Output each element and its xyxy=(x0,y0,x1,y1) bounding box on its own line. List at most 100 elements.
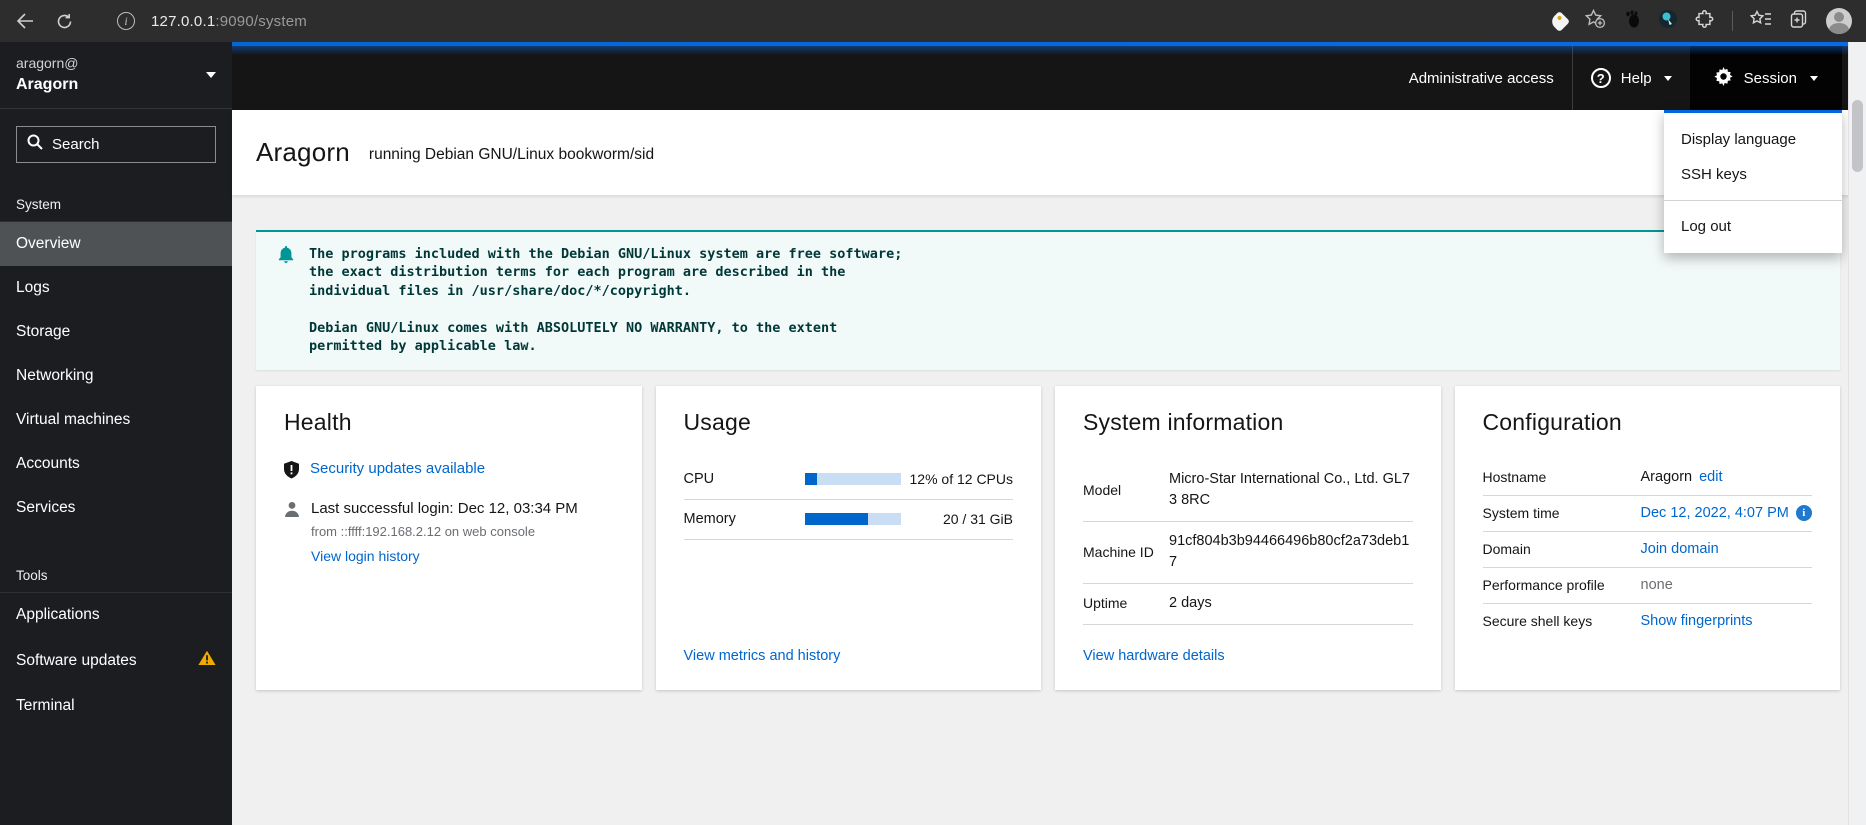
security-updates-link[interactable]: Security updates available xyxy=(310,460,485,484)
system-time-link[interactable]: Dec 12, 2022, 4:07 PM xyxy=(1641,505,1789,521)
gnome-extension-icon[interactable] xyxy=(1623,9,1641,33)
search-icon xyxy=(27,134,43,155)
configuration-card: Configuration Hostname Aragorn edit Syste… xyxy=(1454,385,1840,690)
domain-row: Domain Join domain xyxy=(1482,532,1812,568)
browser-toolbar: i 127.0.0.1:9090/system xyxy=(0,0,1866,42)
usage-card-title: Usage xyxy=(683,408,751,435)
hostname-value: Aragorn xyxy=(1640,468,1693,485)
health-card-title: Health xyxy=(284,408,352,435)
chevron-down-icon xyxy=(1663,75,1672,81)
view-login-history-link[interactable]: View login history xyxy=(311,548,420,564)
performance-profile-value: none xyxy=(1640,576,1673,593)
motd-alert: The programs included with the Debian GN… xyxy=(256,230,1840,370)
performance-profile-row: Performance profile none xyxy=(1482,568,1812,604)
menu-item-log-out[interactable]: Log out xyxy=(1664,209,1842,244)
usage-card: Usage CPU 12% of 12 CPUs Memory 20 / 31 … xyxy=(655,385,1041,690)
menu-item-ssh-keys[interactable]: SSH keys xyxy=(1664,157,1842,192)
back-icon[interactable] xyxy=(16,13,34,29)
sidebar-nav: System Overview Logs Storage Networking … xyxy=(0,177,232,728)
memory-value: 20 / 31 GiB xyxy=(942,511,1013,528)
page-subtitle: running Debian GNU/Linux bookworm/sid xyxy=(368,146,655,163)
system-information-title: System information xyxy=(1083,408,1284,435)
page-scrollbar[interactable] xyxy=(1848,42,1866,825)
memory-label: Memory xyxy=(683,511,736,528)
search-input[interactable] xyxy=(52,136,205,154)
memory-progress-bar xyxy=(805,513,901,526)
sidebar-item-accounts[interactable]: Accounts xyxy=(0,442,232,486)
chevron-down-icon xyxy=(206,71,216,78)
hostname-row: Hostname Aragorn edit xyxy=(1482,460,1812,496)
address-bar[interactable]: 127.0.0.1:9090/system xyxy=(151,13,307,30)
session-dropdown-menu: Display language SSH keys Log out xyxy=(1664,110,1842,253)
browser-extension-icon[interactable] xyxy=(1658,9,1678,34)
page-header: Aragorn running Debian GNU/Linux bookwor… xyxy=(232,110,1866,195)
overview-content: The programs included with the Debian GN… xyxy=(232,195,1866,825)
scrollbar-thumb[interactable] xyxy=(1852,100,1863,172)
refresh-icon[interactable] xyxy=(56,13,73,30)
site-info-icon[interactable]: i xyxy=(117,12,135,30)
chevron-down-icon xyxy=(1810,75,1818,81)
bell-icon xyxy=(277,246,295,270)
last-login-text: Last successful login: Dec 12, 03:34 PM xyxy=(311,499,578,517)
nav-section-system: System xyxy=(16,197,62,213)
uptime-value: 2 days xyxy=(1169,594,1212,611)
secure-shell-keys-row: Secure shell keys Show fingerprints xyxy=(1482,612,1753,629)
view-hardware-details-link[interactable]: View hardware details xyxy=(1083,648,1413,664)
favorites-bar-icon[interactable] xyxy=(1749,9,1772,33)
sidebar-item-virtual-machines[interactable]: Virtual machines xyxy=(0,398,232,442)
system-time-row: System time Dec 12, 2022, 4:07 PM i xyxy=(1482,496,1812,532)
join-domain-link[interactable]: Join domain xyxy=(1641,541,1719,557)
menu-item-display-language[interactable]: Display language xyxy=(1664,122,1842,157)
user-icon xyxy=(284,500,300,566)
sidebar-item-logs[interactable]: Logs xyxy=(0,266,232,310)
browser-profile-avatar[interactable] xyxy=(1826,8,1852,34)
sidebar: aragorn@ Aragorn System Overview Logs St… xyxy=(0,42,232,825)
last-login-detail: from ::ffff:192.168.2.12 on web console xyxy=(311,523,536,539)
gear-icon xyxy=(1714,66,1733,90)
host-user-label: aragorn@ xyxy=(16,55,79,71)
help-menu-button[interactable]: ? Help xyxy=(1573,46,1690,110)
masthead: Administrative access ? Help Session xyxy=(232,46,1866,110)
sidebar-item-services[interactable]: Services xyxy=(0,486,232,530)
sidebar-item-terminal[interactable]: Terminal xyxy=(0,684,232,728)
tag-icon[interactable] xyxy=(1548,10,1571,32)
help-icon: ? xyxy=(1590,68,1611,88)
sidebar-item-networking[interactable]: Networking xyxy=(0,354,232,398)
sidebar-item-applications[interactable]: Applications xyxy=(0,593,232,637)
menu-divider xyxy=(1664,200,1842,201)
cpu-progress-bar xyxy=(805,473,901,486)
edit-hostname-link[interactable]: edit xyxy=(1699,469,1722,485)
session-menu-button[interactable]: Session xyxy=(1689,46,1842,110)
collections-icon[interactable] xyxy=(1789,9,1809,34)
motd-text: The programs included with the Debian GN… xyxy=(309,246,903,355)
page-title: Aragorn xyxy=(256,137,350,167)
show-fingerprints-link[interactable]: Show fingerprints xyxy=(1641,613,1753,629)
sidebar-item-storage[interactable]: Storage xyxy=(0,310,232,354)
model-row: Model Micro-Star International Co., Ltd.… xyxy=(1083,460,1413,522)
host-selector[interactable]: aragorn@ Aragorn xyxy=(0,42,232,110)
warning-triangle-icon xyxy=(198,650,216,671)
add-favorite-icon[interactable] xyxy=(1584,8,1606,34)
machine-id-value: 91cf804b3b94466496b80cf2a73deb17 xyxy=(1169,532,1410,570)
configuration-title: Configuration xyxy=(1482,408,1622,435)
nav-section-tools: Tools xyxy=(16,568,48,584)
extensions-puzzle-icon[interactable] xyxy=(1695,9,1715,34)
cpu-label: CPU xyxy=(683,471,715,488)
view-metrics-link[interactable]: View metrics and history xyxy=(684,648,1014,664)
machine-id-row: Machine ID 91cf804b3b94466496b80cf2a73de… xyxy=(1083,522,1413,584)
sidebar-item-software-updates[interactable]: Software updates xyxy=(0,637,232,684)
cpu-value: 12% of 12 CPUs xyxy=(909,471,1014,488)
toolbar-divider xyxy=(1732,11,1733,31)
sidebar-search[interactable] xyxy=(16,126,216,164)
uptime-row: Uptime 2 days xyxy=(1083,584,1413,625)
info-icon[interactable]: i xyxy=(1795,504,1812,521)
administrative-access-button[interactable]: Administrative access xyxy=(1391,46,1572,110)
cpu-usage-row: CPU 12% of 12 CPUs xyxy=(683,460,1014,500)
memory-usage-row: Memory 20 / 31 GiB xyxy=(683,500,1013,540)
health-card: Health Security updates available Last s… xyxy=(256,385,642,690)
host-name-label: Aragorn xyxy=(16,76,79,94)
sidebar-item-overview[interactable]: Overview xyxy=(0,222,232,267)
system-information-card: System information Model Micro-Star Inte… xyxy=(1055,385,1441,690)
model-value: Micro-Star International Co., Ltd. GL73 … xyxy=(1169,470,1410,508)
shield-warning-icon xyxy=(284,460,299,484)
